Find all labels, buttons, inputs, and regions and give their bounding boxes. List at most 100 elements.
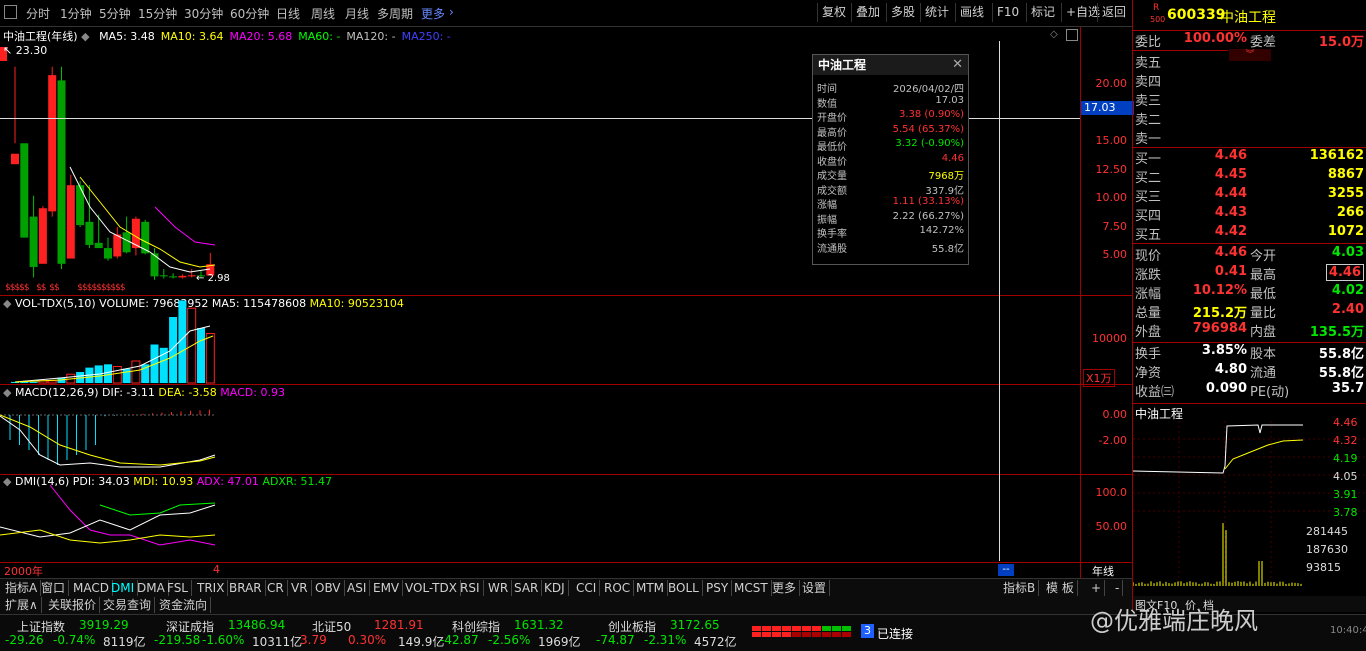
indicator-tab[interactable]: RSI [457,580,484,596]
toolbar-draw[interactable]: 画线 [955,3,988,22]
toolbar-overlay[interactable]: 叠加 [851,3,884,22]
candle-body [20,143,28,237]
bid-row-4[interactable]: 买四 4.43 266 [1133,205,1366,224]
heat-cell [832,626,841,631]
indicator-tab[interactable]: FSL [164,580,192,596]
toolbar-back[interactable]: 返回 [1097,3,1130,22]
ask-row-1[interactable]: 卖一 [1133,128,1366,147]
ask-row-4[interactable]: 卖四 [1133,71,1366,90]
extension-tab[interactable]: 交易查询 [100,597,155,613]
stock-name[interactable]: 中油工程 [1220,7,1276,27]
ask-row-5[interactable]: 卖五 [1133,52,1366,71]
bid-row-5[interactable]: 买五 4.42 1072 [1133,224,1366,243]
template-tab[interactable]: - [1112,580,1123,596]
indicator-tab[interactable]: KDJ [541,580,569,596]
heat-cell [772,632,781,637]
indicator-tab[interactable]: WR [485,580,512,596]
indicator-tab[interactable]: 设置 [799,580,830,596]
market-heat-bar [752,626,852,638]
period-week[interactable]: 周线 [311,5,335,22]
index-quote[interactable]: 深证成指 13486.94 -219.58 -1.60% 10311亿 [166,616,311,650]
indicator-tab[interactable]: MTM [633,580,668,596]
index-quote[interactable]: 创业板指 3172.65 -74.87 -2.31% 4572亿 [608,616,753,650]
volume-bar [132,361,140,383]
ask-row-2[interactable]: 卖二 [1133,109,1366,128]
stock-code[interactable]: 600339 [1167,7,1225,23]
candle-body [160,275,168,276]
x-axis-period: 年线 [1092,563,1114,579]
indicator-tab[interactable]: VR [288,580,312,596]
mini-axis-label: 4.05 [1333,470,1358,483]
tooltip-row: 最高价 5.54 (65.37%) [813,124,968,138]
indicator-tab[interactable]: VOL-TDX [402,580,461,596]
period-day[interactable]: 日线 [276,5,300,22]
toolbar-fuquan[interactable]: 复权 [817,3,850,22]
toolbar-stats[interactable]: 统计 [920,3,953,22]
indicator-tab[interactable]: 更多 [769,580,800,596]
indicator-tab[interactable]: BOLL [665,580,703,596]
close-icon[interactable]: ✕ [952,57,963,72]
indicator-tab[interactable]: OBV [312,580,345,596]
index-quote[interactable]: 北证50 1281.91 3.79 0.30% 149.9亿 [312,616,457,650]
connection-count[interactable]: 3 [861,624,874,638]
extension-tab[interactable]: 资金流向 [156,597,211,613]
indicator-tab[interactable]: TRIX [194,580,228,596]
heat-cell [762,632,771,637]
indicator-tab[interactable]: CCI [573,580,600,596]
dea-line [0,415,215,465]
candle-body [188,275,196,276]
period-month[interactable]: 月线 [345,5,369,22]
period-more[interactable]: 更多 [421,5,445,22]
stat-row: 涨幅 10.12% 最低 4.02 [1133,283,1366,302]
macd-axis-label: -2.00 [1082,434,1127,447]
badge-r: R [1153,3,1159,13]
period-tick[interactable]: 分时 [26,5,50,22]
axis-label: 7.50 [1082,220,1127,233]
toolbar-multi-stock[interactable]: 多股 [886,3,919,22]
tooltip-title: 中油工程 [813,55,968,75]
toolbar-f10[interactable]: F10 [992,3,1023,22]
candle-body [76,185,84,225]
period-multi[interactable]: 多周期 [377,5,413,22]
candle-body [67,185,75,258]
bid-row-3[interactable]: 买三 4.44 3255 [1133,186,1366,205]
period-1min[interactable]: 1分钟 [60,5,92,22]
index-quote[interactable]: 科创综指 1631.32 -42.87 -2.56% 1969亿 [452,616,597,650]
template-tab[interactable]: + [1088,580,1105,596]
indicator-tab[interactable]: ROC [601,580,634,596]
indicator-tab[interactable]: PSY [703,580,732,596]
candle-body [58,80,66,263]
extension-tab[interactable]: 扩展∧ [2,597,42,613]
volume-chart[interactable] [0,296,1080,384]
bid-row-2[interactable]: 买二 4.45 8867 [1133,167,1366,186]
window-icon[interactable] [4,5,17,19]
indicator-tab[interactable]: MACD [70,580,113,596]
ask-row-3[interactable]: 卖三 [1133,90,1366,109]
vol-axis-label: 10000 [1082,332,1127,345]
indicator-tab[interactable]: MCST [731,580,772,596]
period-15min[interactable]: 15分钟 [138,5,177,22]
indicator-tab[interactable]: 指标A [2,580,41,596]
mini-vol-axis-label: 281445 [1306,525,1348,538]
period-30min[interactable]: 30分钟 [184,5,223,22]
template-tab[interactable]: 模 板 [1043,580,1078,596]
candle-body [123,232,131,252]
period-5min[interactable]: 5分钟 [99,5,131,22]
indicator-tab[interactable]: SAR [511,580,542,596]
bid-row-1[interactable]: 买一 4.46 136162 [1133,148,1366,167]
toolbar-mark[interactable]: 标记 [1026,3,1059,22]
dmi-chart[interactable] [0,475,1080,562]
indicator-tab[interactable]: 窗口 [38,580,69,596]
indicator-tab[interactable]: ASI [344,580,370,596]
period-60min[interactable]: 60分钟 [230,5,269,22]
ma5-line [70,167,210,272]
index-quote[interactable]: 上证指数 3919.29 -29.26 -0.74% 8119亿 [17,616,162,650]
indicator-tab[interactable]: CR [264,580,288,596]
indicator-tab[interactable]: BRAR [226,580,266,596]
indicator-tab[interactable]: EMV [370,580,403,596]
candle-body [95,243,103,248]
macd-chart[interactable] [0,385,1080,474]
template-tab[interactable]: 指标B [1000,580,1039,596]
axis-label: 10.00 [1082,191,1127,204]
extension-tab[interactable]: 关联报价 [45,597,100,613]
